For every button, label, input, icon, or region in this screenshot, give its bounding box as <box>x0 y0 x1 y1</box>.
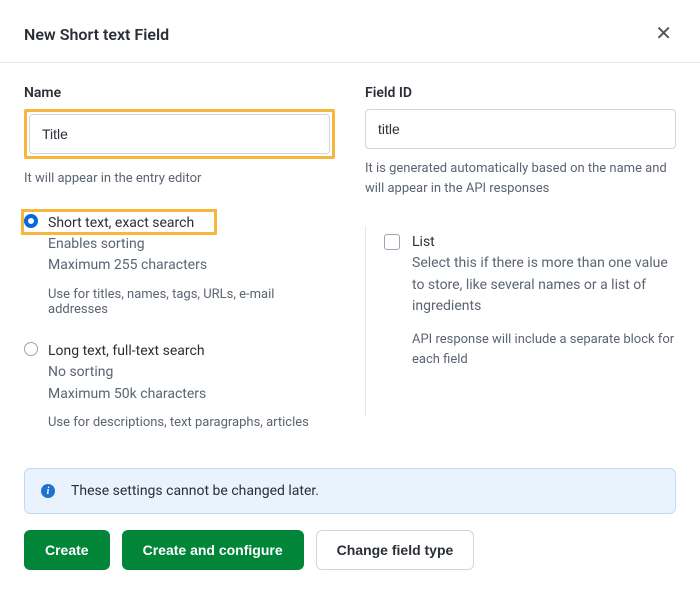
fieldid-input[interactable] <box>365 109 676 149</box>
new-field-modal: New Short text Field ✕ Name It will appe… <box>0 0 700 562</box>
short-text-title: Short text, exact search <box>48 213 335 234</box>
short-text-line2: Maximum 255 characters <box>48 255 335 277</box>
short-text-radio-wrap <box>24 213 48 317</box>
change-field-type-button[interactable]: Change field type <box>316 530 475 570</box>
left-column: Name It will appear in the entry editor … <box>24 85 335 454</box>
long-text-hint: Use for descriptions, text paragraphs, a… <box>48 415 309 430</box>
right-column: Field ID It is generated automatically b… <box>365 85 676 454</box>
name-label: Name <box>24 85 335 101</box>
info-text: These settings cannot be changed later. <box>71 483 319 499</box>
name-input[interactable] <box>29 114 330 154</box>
list-checkbox-wrap <box>384 232 412 369</box>
create-button[interactable]: Create <box>24 530 110 570</box>
long-text-radio-wrap <box>24 341 48 430</box>
short-text-content: Short text, exact search Enables sorting… <box>48 213 335 317</box>
short-text-line1: Enables sorting <box>48 234 335 256</box>
create-and-configure-button[interactable]: Create and configure <box>122 530 304 570</box>
text-type-radiogroup: Short text, exact search Enables sorting… <box>24 213 335 431</box>
info-banner: i These settings cannot be changed later… <box>24 468 676 514</box>
fieldid-label: Field ID <box>365 85 676 101</box>
column-divider <box>365 226 366 416</box>
close-icon: ✕ <box>655 23 672 45</box>
name-input-highlight <box>24 109 335 159</box>
radio-unselected-icon <box>24 342 38 356</box>
fieldid-help: It is generated automatically based on t… <box>365 159 676 198</box>
info-icon: i <box>41 484 55 498</box>
checkbox-unchecked-icon <box>384 234 400 250</box>
modal-title: New Short text Field <box>24 25 169 44</box>
list-hint: API response will include a separate blo… <box>412 330 676 369</box>
modal-body: Name It will appear in the entry editor … <box>0 63 700 454</box>
long-text-option[interactable]: Long text, full-text search No sorting M… <box>24 341 335 430</box>
short-text-hint: Use for titles, names, tags, URLs, e-mai… <box>48 287 335 317</box>
long-text-line2: Maximum 50k characters <box>48 384 309 406</box>
list-checkbox-option[interactable]: List Select this if there is more than o… <box>384 232 676 369</box>
close-button[interactable]: ✕ <box>651 24 676 44</box>
list-checkbox-content: List Select this if there is more than o… <box>412 232 676 369</box>
radio-selected-icon <box>24 214 38 228</box>
short-text-option[interactable]: Short text, exact search Enables sorting… <box>24 213 335 317</box>
name-help: It will appear in the entry editor <box>24 169 335 189</box>
list-title: List <box>412 232 676 253</box>
long-text-title: Long text, full-text search <box>48 341 309 362</box>
long-text-line1: No sorting <box>48 362 309 384</box>
modal-header: New Short text Field ✕ <box>0 0 700 63</box>
modal-footer: Create Create and configure Change field… <box>0 514 700 592</box>
long-text-content: Long text, full-text search No sorting M… <box>48 341 309 430</box>
list-desc: Select this if there is more than one va… <box>412 253 676 318</box>
